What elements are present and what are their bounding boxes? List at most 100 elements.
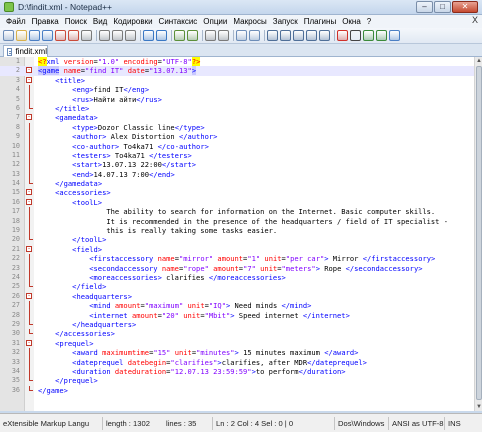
close-button[interactable]: ✕	[452, 1, 478, 13]
maximize-button[interactable]: □	[434, 1, 451, 13]
code-text[interactable]: </game>	[38, 386, 68, 395]
vertical-scrollbar[interactable]: ▲ ▼	[474, 57, 482, 411]
code-text[interactable]: <award maximumtime="15" unit="minutes"> …	[38, 348, 358, 357]
menu-file[interactable]: Файл	[3, 17, 29, 26]
code-line[interactable]: 10 <co-author> To4ka71 </co-author>	[0, 141, 474, 151]
code-line[interactable]: 19 this is really taking some tasks easi…	[0, 226, 474, 236]
doc-map-icon[interactable]	[306, 30, 317, 41]
code-text[interactable]: <start>13.07.13 22:00</start>	[38, 160, 196, 169]
new-file-icon[interactable]	[3, 30, 14, 41]
stop-macro-icon[interactable]	[350, 30, 361, 41]
minimize-button[interactable]: –	[416, 1, 433, 13]
code-line[interactable]: 3- <title>	[0, 76, 474, 85]
code-line[interactable]: 7- <gamedata>	[0, 113, 474, 122]
close-icon[interactable]	[55, 30, 66, 41]
code-text[interactable]: <accessories>	[38, 188, 111, 197]
code-text[interactable]: <toolL>	[38, 198, 102, 207]
scroll-up-arrow-icon[interactable]: ▲	[475, 57, 482, 65]
redo-icon[interactable]	[156, 30, 167, 41]
code-line[interactable]: 29 </headquarters>	[0, 319, 474, 329]
code-text[interactable]: </prequel>	[38, 376, 98, 385]
menu-help[interactable]: ?	[364, 17, 374, 26]
menu-edit[interactable]: Правка	[29, 17, 62, 26]
fold-minus-icon[interactable]: -	[26, 198, 32, 205]
code-line[interactable]: 16- <toolL>	[0, 198, 474, 207]
code-text[interactable]: </field>	[38, 282, 106, 291]
fold-minus-icon[interactable]: -	[26, 67, 32, 74]
code-line[interactable]: 30 </accessories>	[0, 329, 474, 338]
open-file-icon[interactable]	[16, 30, 27, 41]
fold-minus-icon[interactable]: -	[26, 189, 32, 196]
editor[interactable]: 1 <?xml version="1.0" encoding="UTF-8"?> 2…	[0, 57, 474, 411]
save-icon[interactable]	[29, 30, 40, 41]
menu-encoding[interactable]: Кодировки	[110, 17, 155, 26]
find-icon[interactable]	[174, 30, 185, 41]
code-line[interactable]: 15- <accessories>	[0, 188, 474, 197]
code-line[interactable]: 12 <start>13.07.13 22:00</start>	[0, 160, 474, 170]
scrollbar-thumb[interactable]	[476, 66, 482, 400]
code-text[interactable]: <gamedata>	[38, 113, 98, 122]
code-line[interactable]: 33 <dateprequel datebegin="clarifies">cl…	[0, 357, 474, 367]
menu-window[interactable]: Окна	[339, 17, 364, 26]
record-macro-icon[interactable]	[337, 30, 348, 41]
zoom-out-icon[interactable]	[218, 30, 229, 41]
menu-macros[interactable]: Макросы	[230, 17, 269, 26]
code-line[interactable]: 25 </field>	[0, 282, 474, 291]
code-text[interactable]: <prequel>	[38, 339, 93, 348]
copy-icon[interactable]	[112, 30, 123, 41]
cut-icon[interactable]	[99, 30, 110, 41]
code-line[interactable]: 21- <field>	[0, 245, 474, 254]
fold-minus-icon[interactable]: -	[26, 114, 32, 121]
code-line[interactable]: 1 <?xml version="1.0" encoding="UTF-8"?>	[0, 57, 474, 66]
close-all-icon[interactable]	[68, 30, 79, 41]
code-line[interactable]: 28 <internet amount="20" unit="Mbit"> Sp…	[0, 310, 474, 320]
function-list-icon[interactable]	[319, 30, 330, 41]
fold-minus-icon[interactable]: -	[26, 76, 32, 83]
code-line[interactable]: 24 <moreaccessories> clarifies </moreacc…	[0, 272, 474, 283]
code-text[interactable]: </accessories>	[38, 329, 115, 338]
close-document-button[interactable]: X	[472, 15, 478, 25]
code-text[interactable]: this is really taking some tasks easier.	[38, 226, 277, 235]
fold-minus-icon[interactable]: -	[26, 292, 32, 299]
code-text[interactable]: <headquarters>	[38, 292, 132, 301]
code-text[interactable]: <title>	[38, 76, 85, 85]
code-text[interactable]: <moreaccessories> clarifies </moreaccess…	[38, 273, 286, 282]
code-text[interactable]: <dateprequel datebegin="clarifies">clari…	[38, 358, 367, 367]
code-line[interactable]: 26- <headquarters>	[0, 292, 474, 301]
all-chars-icon[interactable]	[280, 30, 291, 41]
code-text[interactable]: It is recommended in the presence of the…	[38, 217, 448, 226]
code-text[interactable]: <author> Alex Distortion </author>	[38, 132, 217, 141]
code-text[interactable]: <rus>Найти айти</rus>	[38, 95, 162, 104]
code-line[interactable]: 31- <prequel>	[0, 339, 474, 348]
code-text[interactable]: </gamedata>	[38, 179, 102, 188]
scroll-down-arrow-icon[interactable]: ▼	[475, 403, 482, 411]
code-line[interactable]: 11 <testers> To4ka71 </testers>	[0, 150, 474, 161]
code-line[interactable]: 4 <eng>find IT</eng>	[0, 85, 474, 95]
code-line[interactable]: 8 <type>Dozor Classic line</type>	[0, 122, 474, 133]
code-text[interactable]: The ability to search for information on…	[38, 207, 435, 216]
save-macro-icon[interactable]	[389, 30, 400, 41]
code-line[interactable]: 35 </prequel>	[0, 376, 474, 385]
code-text[interactable]: <co-author> To4ka71 </co-author>	[38, 142, 209, 151]
fold-minus-icon[interactable]: -	[26, 245, 32, 252]
code-text[interactable]: <eng>find IT</eng>	[38, 85, 149, 94]
code-line[interactable]: 2- <game name="find IT" date="13.07.13">	[0, 66, 474, 76]
fold-minus-icon[interactable]: -	[26, 339, 32, 346]
code-line[interactable]: 23 <secondaccessory name="rope" amount="…	[0, 263, 474, 273]
code-text[interactable]: <game name="find IT" date="13.07.13">	[38, 66, 197, 76]
code-line[interactable]: 20 </toolL>	[0, 235, 474, 244]
menu-plugins[interactable]: Плагины	[301, 17, 339, 26]
print-icon[interactable]	[81, 30, 92, 41]
code-text[interactable]: <duration dateduration="12.07.13 23:59:5…	[38, 367, 345, 376]
code-line[interactable]: 13 <end>14.07.13 7:00</end>	[0, 169, 474, 180]
word-wrap-icon[interactable]	[267, 30, 278, 41]
code-line[interactable]: 27 <mind amount="maximum" unit="IQ"> Nee…	[0, 301, 474, 311]
menu-syntax[interactable]: Синтаксис	[156, 17, 201, 26]
code-line[interactable]: 18 It is recommended in the presence of …	[0, 216, 474, 227]
code-area[interactable]: 1 <?xml version="1.0" encoding="UTF-8"?> 2…	[0, 57, 474, 395]
code-text[interactable]: </headquarters>	[38, 320, 136, 329]
code-line[interactable]: 34 <duration dateduration="12.07.13 23:5…	[0, 366, 474, 377]
code-text[interactable]: <field>	[38, 245, 102, 254]
menu-options[interactable]: Опции	[200, 17, 230, 26]
code-text[interactable]: <end>14.07.13 7:00</end>	[38, 170, 175, 179]
